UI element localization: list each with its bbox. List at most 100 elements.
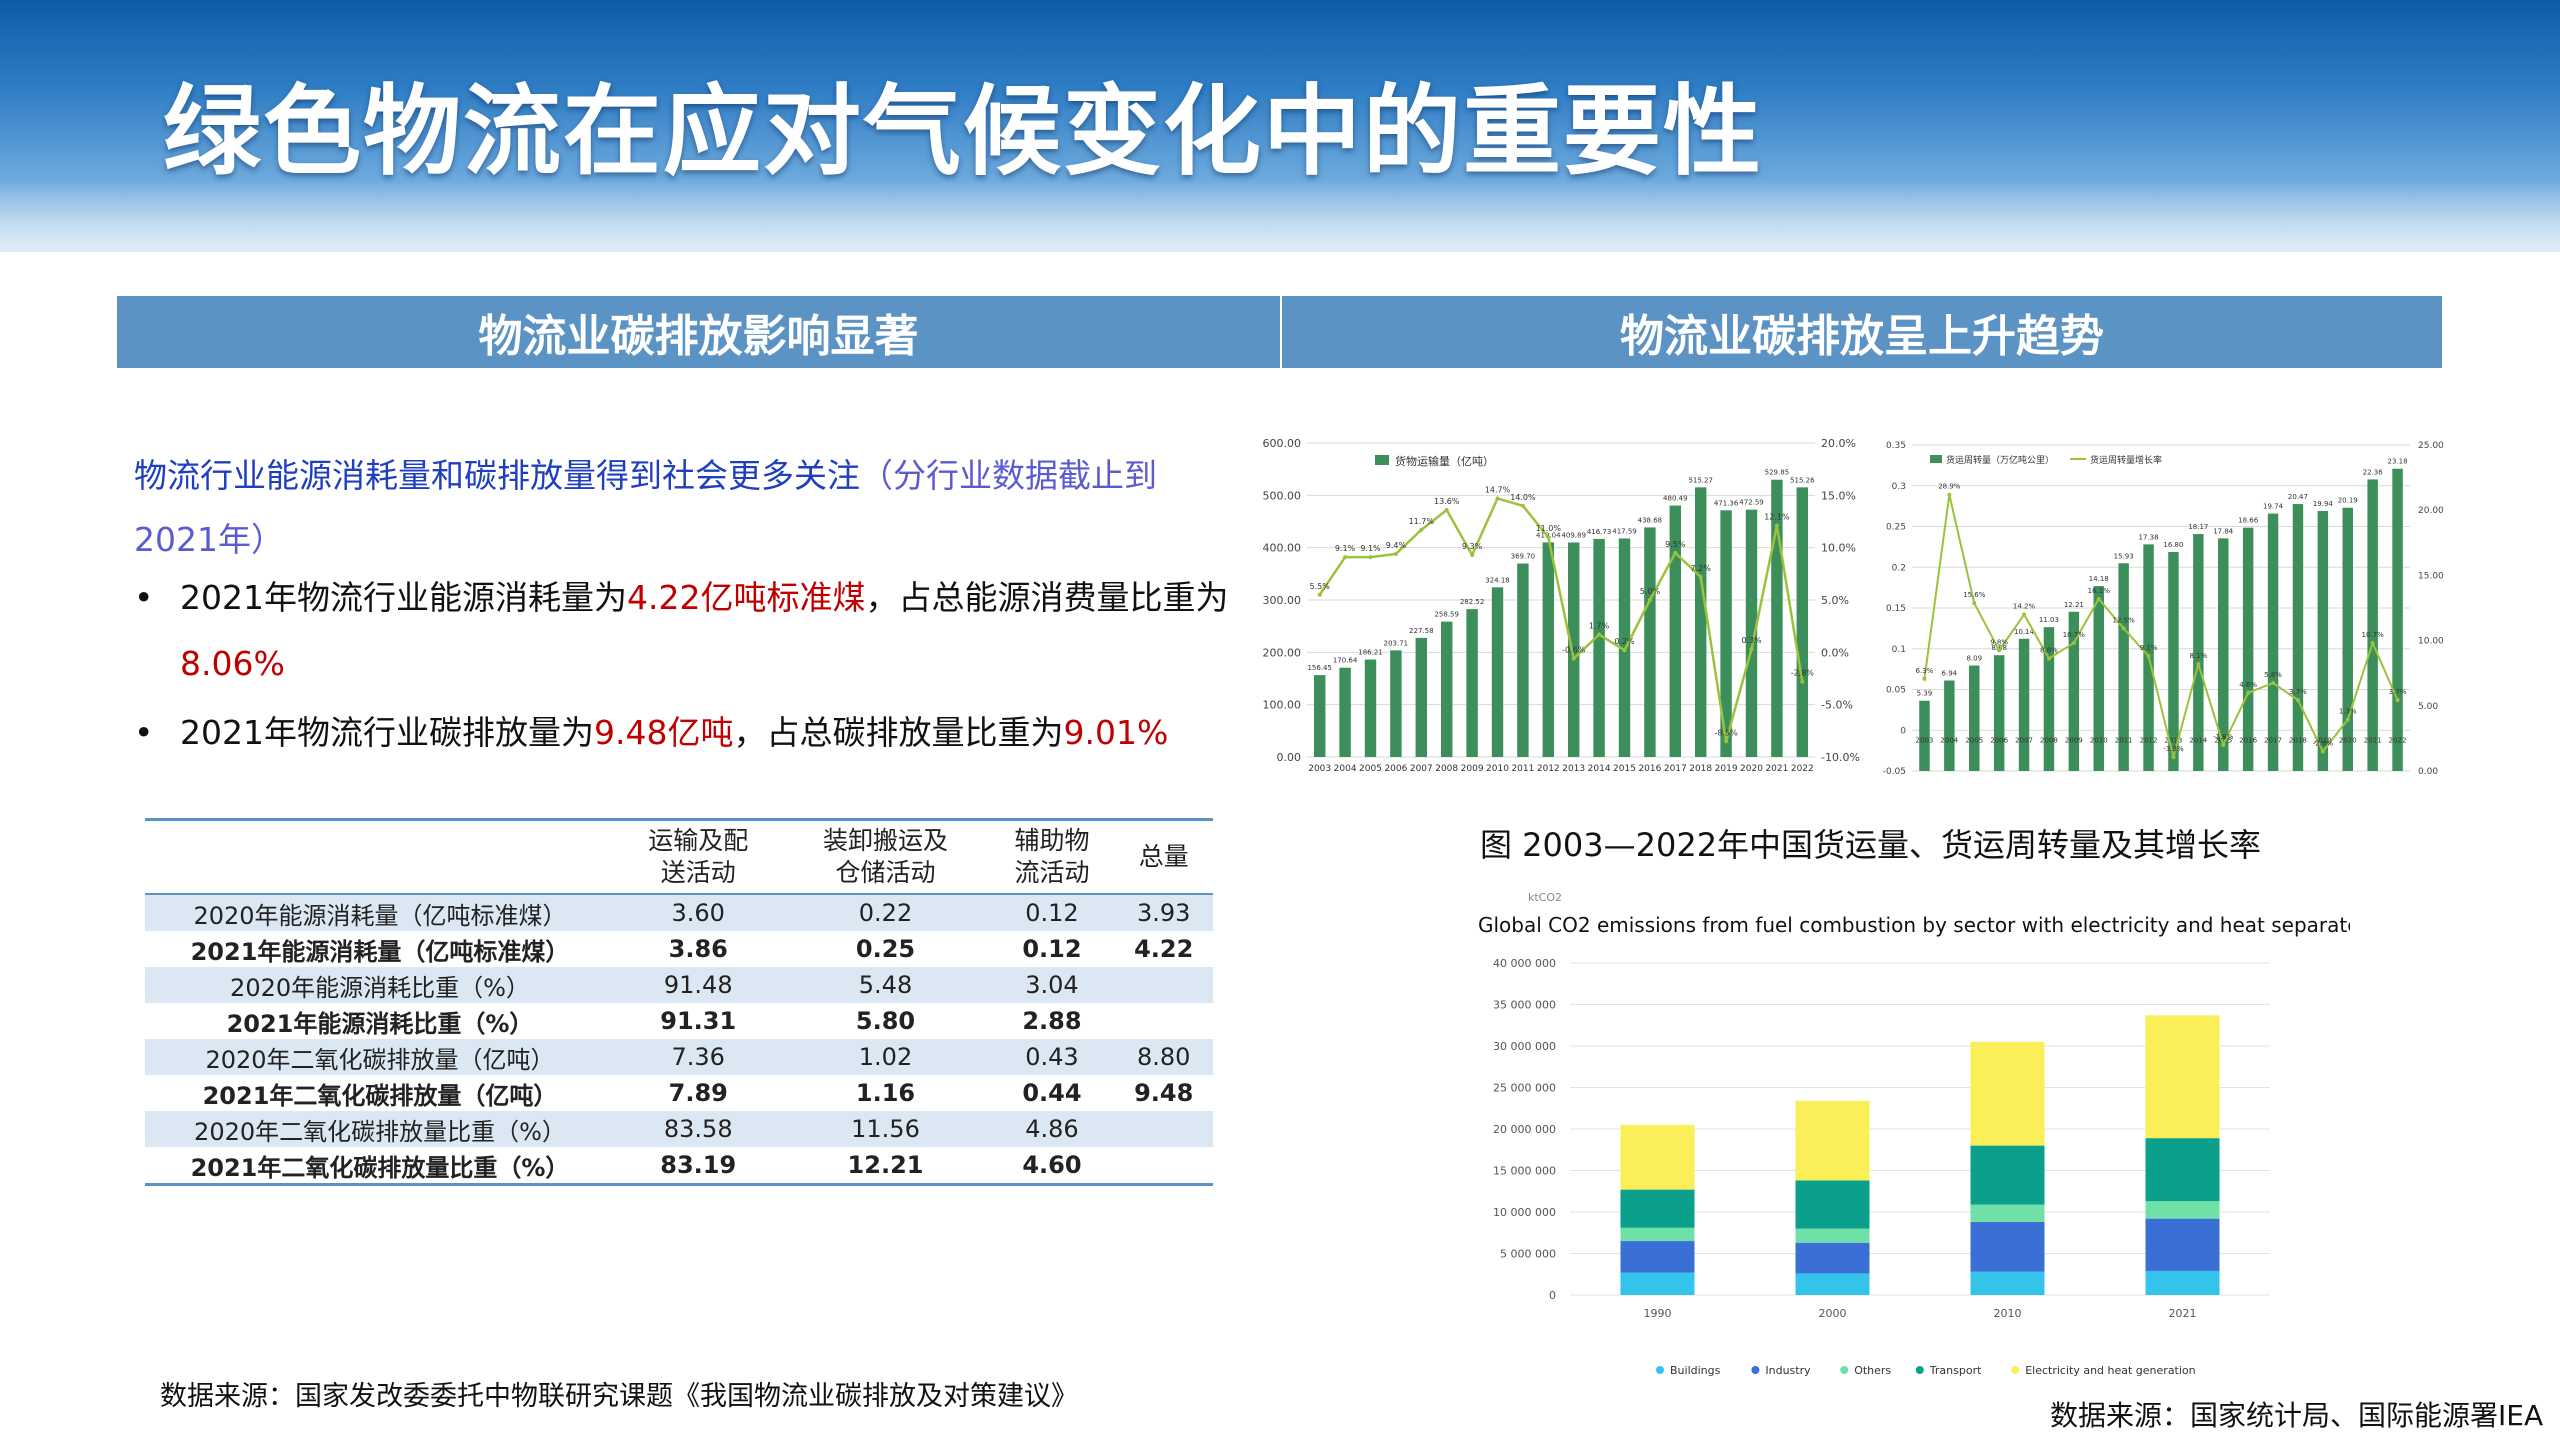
y2-tick-label: -5.0% bbox=[1821, 699, 1853, 712]
bar-value-label: 529.85 bbox=[1765, 469, 1790, 477]
bar bbox=[2267, 513, 2279, 771]
bar-value-label: 369.70 bbox=[1511, 553, 1536, 561]
bar-value-label: 17.84 bbox=[2213, 527, 2234, 535]
bar bbox=[1993, 655, 2005, 771]
y-tick-label: 100.00 bbox=[1263, 699, 1302, 712]
bar-value-label: 8.09 bbox=[1966, 655, 1982, 663]
bar-value-label: 203.71 bbox=[1384, 639, 1409, 647]
table-cell: 0.12 bbox=[1022, 935, 1082, 963]
y2-tick-label: -10.0% bbox=[1821, 751, 1860, 764]
legend-label: Transport bbox=[1929, 1364, 1982, 1377]
bar bbox=[2317, 510, 2329, 771]
table-cell: 2020年能源消耗比重（%） bbox=[145, 967, 615, 1003]
growth-label: 12.5% bbox=[2113, 616, 2136, 624]
table-cell: 5.48 bbox=[781, 967, 990, 1003]
x-tick-label: 2014 bbox=[2189, 736, 2207, 744]
bar bbox=[1593, 538, 1605, 757]
growth-label: 7.2% bbox=[1691, 564, 1712, 573]
x-tick-label: 2018 bbox=[2289, 736, 2307, 744]
legend-swatch bbox=[1375, 455, 1389, 465]
bullet-dot: • bbox=[134, 578, 154, 617]
table-cell: 7.36 bbox=[615, 1039, 782, 1075]
chart-svg: -0.05 0 0.05 0.1 0.15 0.2 0.25 0.3 0.35 0.00 5.00 1… bbox=[1883, 441, 2444, 777]
y2-tick-label: 20.00 bbox=[2418, 506, 2444, 516]
bar-value-label: 472.59 bbox=[1739, 499, 1764, 507]
bar-value-label: 17.38 bbox=[2139, 533, 2159, 541]
y2-tick-label: 15.00 bbox=[2418, 571, 2444, 581]
table-cell: 5.80 bbox=[855, 1007, 916, 1035]
bar-value-label: 515.26 bbox=[1790, 476, 1815, 484]
growth-label: -0.6% bbox=[1562, 646, 1586, 655]
table-header-cell: 辅助物 流活动 bbox=[989, 818, 1115, 895]
bar-value-label: 19.94 bbox=[2313, 500, 2334, 508]
x-tick-label: 2008 bbox=[1435, 764, 1458, 774]
bar bbox=[1796, 487, 1809, 757]
y-tick-label: 40 000 000 bbox=[1493, 957, 1556, 970]
growth-point bbox=[2171, 755, 2176, 760]
bar-value-label: 480.49 bbox=[1663, 495, 1688, 503]
stacked-segment bbox=[2145, 1270, 2220, 1295]
legend-label: Buildings bbox=[1670, 1364, 1721, 1377]
bar-value-label: 14.18 bbox=[2089, 575, 2109, 583]
intro-text: 物流行业能源消耗量和碳排放量得到社会更多关注（分行业数据截止到2021年） bbox=[134, 444, 1234, 572]
table-cell: 3.93 bbox=[1114, 894, 1213, 931]
x-tick-label: 2009 bbox=[2065, 736, 2083, 744]
bar-value-label: 16.80 bbox=[2163, 541, 2183, 549]
y-tick-label: 0.00 bbox=[1277, 751, 1302, 764]
x-tick-label: 2022 bbox=[1791, 764, 1814, 774]
bar bbox=[1491, 587, 1504, 757]
source-left: 数据来源：国家发改委委托中物联研究课题《我国物流业碳排放及对策建议》 bbox=[160, 1381, 1078, 1412]
bar-value-label: 18.17 bbox=[2188, 523, 2208, 531]
table-cell bbox=[1114, 1003, 1213, 1039]
table-cell: 4.22 bbox=[1134, 935, 1194, 963]
bar-value-label: 18.66 bbox=[2238, 517, 2259, 525]
table-cell: 2021年能源消耗量（亿吨标准煤） bbox=[190, 937, 570, 966]
freight-turnover-chart: -0.05 0 0.05 0.1 0.15 0.2 0.25 0.3 0.35 0.00 5.00 1… bbox=[1870, 425, 2450, 785]
x-tick-label: 2011 bbox=[1511, 764, 1534, 774]
growth-label: 8.8% bbox=[2040, 647, 2058, 655]
bar-value-label: 409.89 bbox=[1561, 531, 1586, 539]
x-tick-label: 2011 bbox=[2115, 736, 2133, 744]
y-tick-label: 0.25 bbox=[1886, 523, 1906, 533]
stacked-segment bbox=[2145, 1201, 2220, 1219]
bar bbox=[2292, 504, 2304, 771]
growth-point bbox=[1597, 632, 1602, 637]
x-tick-label: 1990 bbox=[1644, 1307, 1672, 1320]
growth-label: 1.3% bbox=[2339, 708, 2357, 716]
bar bbox=[1694, 487, 1707, 757]
bar bbox=[1339, 667, 1351, 757]
x-tick-label: 2022 bbox=[2389, 736, 2407, 744]
table-cell: 7.89 bbox=[668, 1079, 728, 1107]
section-header-right: 物流业碳排放呈上升趋势 bbox=[1282, 296, 2442, 368]
bar bbox=[2392, 468, 2403, 771]
y-tick-label: 400.00 bbox=[1263, 542, 1302, 555]
growth-label: 3.7% bbox=[2389, 688, 2407, 696]
stacked-segment bbox=[1795, 1100, 1870, 1181]
x-tick-label: 2021 bbox=[1765, 764, 1788, 774]
bar-value-label: 6.94 bbox=[1942, 670, 1958, 678]
growth-point bbox=[1317, 592, 1322, 597]
legend-label: 货运周转量（万亿吨公里） bbox=[1946, 454, 2054, 466]
growth-point bbox=[1647, 598, 1652, 602]
growth-label: 11.7% bbox=[1409, 517, 1435, 526]
growth-point bbox=[2022, 612, 2027, 617]
bar-value-label: 258.59 bbox=[1434, 611, 1459, 619]
stacked-segment bbox=[1970, 1271, 2045, 1295]
bar-value-label: 227.58 bbox=[1409, 627, 1434, 635]
x-tick-label: 2016 bbox=[1638, 764, 1661, 774]
x-tick-label: 2007 bbox=[1410, 764, 1433, 774]
growth-point bbox=[2395, 698, 2400, 703]
stacked-segment bbox=[1795, 1180, 1870, 1229]
y-tick-label: 0.05 bbox=[1886, 686, 1906, 696]
bar-value-label: 23.18 bbox=[2388, 458, 2408, 466]
y2-tick-label: 5.0% bbox=[1821, 594, 1849, 607]
growth-point bbox=[1673, 550, 1678, 555]
bar bbox=[1969, 665, 1980, 771]
x-tick-label: 2021 bbox=[2169, 1307, 2197, 1320]
bar-value-label: 186.21 bbox=[1358, 649, 1383, 657]
growth-label: 15.6% bbox=[1963, 591, 1986, 599]
bar-value-label: 471.36 bbox=[1714, 499, 1739, 507]
freight-volume-chart: 0.00 100.00 200.00 300.00 400.00 500.00 600.00… bbox=[1255, 425, 1870, 785]
table-row: 2020年能源消耗比重（%） 91.48 5.48 3.04 bbox=[145, 967, 1213, 1003]
stacked-segment bbox=[1620, 1189, 1695, 1228]
